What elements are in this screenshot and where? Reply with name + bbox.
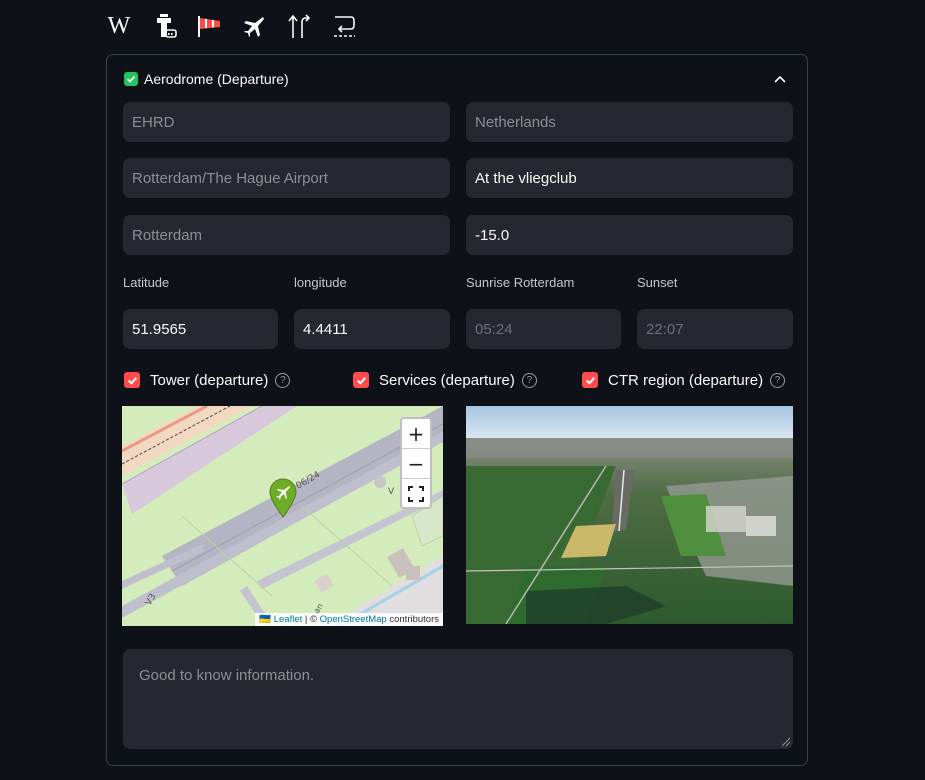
- map-marker-icon[interactable]: [268, 478, 298, 518]
- aerodrome-aerial-photo: [466, 406, 793, 624]
- checkbox-checked-icon: [353, 372, 369, 388]
- ukraine-flag-icon: 🇺🇦: [259, 614, 272, 625]
- icao-input[interactable]: [123, 102, 450, 142]
- sunrise-label: Sunrise Rotterdam: [466, 275, 575, 290]
- checkbox-label: CTR region (departure): [608, 371, 764, 389]
- section-header[interactable]: Aerodrome (Departure): [124, 69, 790, 89]
- country-input[interactable]: [466, 102, 793, 142]
- airport-name-input[interactable]: [123, 158, 450, 198]
- services-departure-checkbox[interactable]: Services (departure) ?: [353, 370, 537, 390]
- taxiway-label: V: [388, 487, 395, 497]
- fullscreen-button[interactable]: [402, 478, 430, 508]
- checkbox-checked-icon: [582, 372, 598, 388]
- toolbar: W: [104, 10, 374, 42]
- route-arrows-icon[interactable]: [284, 11, 314, 41]
- latitude-label: Latitude: [123, 275, 170, 290]
- location-note-input[interactable]: [466, 158, 793, 198]
- resize-handle-icon[interactable]: [781, 737, 791, 747]
- checkbox-checked-icon: [124, 372, 140, 388]
- wikipedia-icon[interactable]: W: [104, 11, 134, 41]
- sunset-field: [637, 309, 793, 349]
- checkbox-label: Services (departure): [379, 371, 515, 389]
- tower-departure-checkbox[interactable]: Tower (departure) ?: [124, 370, 291, 390]
- help-icon[interactable]: ?: [770, 372, 786, 388]
- checkbox-label: Tower (departure): [150, 371, 269, 389]
- latitude-input[interactable]: [123, 309, 278, 349]
- control-tower-icon[interactable]: [149, 11, 179, 41]
- section-title: Aerodrome (Departure): [144, 71, 289, 87]
- aerodrome-map[interactable]: 06/24 V V3 an + − 🇺🇦 Leaflet | © OpenStr…: [122, 406, 443, 626]
- fullscreen-icon: [408, 485, 424, 502]
- longitude-label: longitude: [294, 275, 347, 290]
- section-check-icon: [124, 72, 138, 86]
- map-zoom-controls: + −: [400, 417, 432, 509]
- notes-textarea[interactable]: [123, 649, 793, 749]
- help-icon[interactable]: ?: [521, 372, 537, 388]
- elevation-input[interactable]: [466, 215, 793, 255]
- city-input[interactable]: [123, 215, 450, 255]
- chevron-up-icon[interactable]: [770, 69, 790, 89]
- openstreetmap-link[interactable]: OpenStreetMap: [320, 614, 387, 625]
- zoom-out-button[interactable]: −: [402, 448, 430, 478]
- leaflet-link[interactable]: Leaflet: [274, 614, 303, 625]
- windsock-icon[interactable]: [194, 11, 224, 41]
- airplane-icon[interactable]: [239, 11, 269, 41]
- ctr-region-departure-checkbox[interactable]: CTR region (departure) ?: [582, 370, 786, 390]
- longitude-input[interactable]: [294, 309, 450, 349]
- sunrise-field: [466, 309, 621, 349]
- runway-return-icon[interactable]: [329, 11, 359, 41]
- zoom-in-button[interactable]: +: [402, 419, 430, 448]
- sunset-label: Sunset: [637, 275, 678, 290]
- help-icon[interactable]: ?: [275, 372, 291, 388]
- map-attribution: 🇺🇦 Leaflet | © OpenStreetMap contributor…: [255, 613, 443, 626]
